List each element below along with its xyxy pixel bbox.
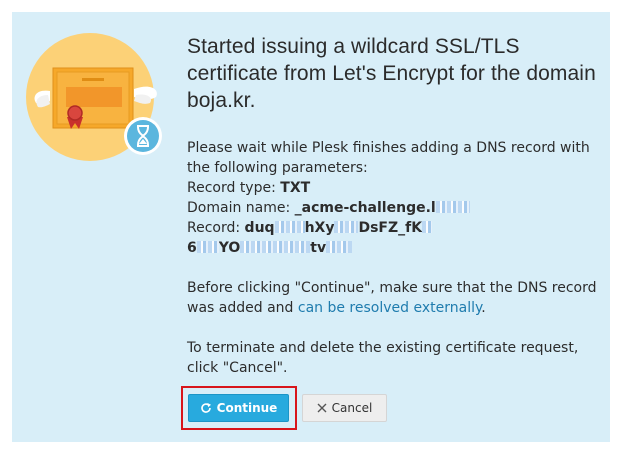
- continue-button[interactable]: Continue: [188, 394, 289, 422]
- resolved-externally-link[interactable]: can be resolved externally: [298, 300, 481, 316]
- close-icon: [317, 403, 327, 413]
- redacted-text: [422, 221, 433, 233]
- redacted-text: [334, 221, 359, 233]
- dialog-title: Started issuing a wildcard SSL/TLS certi…: [187, 35, 596, 112]
- dialog-body: Please wait while Plesk finishes adding …: [187, 138, 597, 378]
- intro-text: Please wait while Plesk finishes adding …: [187, 140, 590, 176]
- terminate-text: To terminate and delete the existing cer…: [187, 340, 579, 376]
- domain-name-label: Domain name:: [187, 200, 291, 216]
- redacted-text: [435, 201, 470, 213]
- before-text-end: .: [481, 300, 486, 316]
- redacted-text: [196, 241, 219, 253]
- refresh-icon: [200, 402, 212, 414]
- certificate-icon: [26, 33, 162, 161]
- record-value-part1: duq: [244, 220, 275, 236]
- cancel-button[interactable]: Cancel: [302, 394, 387, 422]
- redacted-text: [274, 221, 305, 233]
- record-row-continued: 6 YO tv: [187, 238, 597, 258]
- record-type-row: Record type: TXT: [187, 178, 597, 198]
- record-label: Record:: [187, 220, 241, 236]
- record-row: Record: duq hXy DsFZ_fK: [187, 218, 597, 238]
- domain-name-value: _acme-challenge.l: [294, 200, 436, 216]
- record-type-value: TXT: [280, 180, 311, 196]
- redacted-text: [326, 241, 353, 253]
- record-value-line2-c: tv: [310, 240, 327, 256]
- record-value-line2-b: YO: [218, 240, 241, 256]
- record-value-part2: hXy: [304, 220, 335, 236]
- domain-name-row: Domain name: _acme-challenge.l: [187, 198, 597, 218]
- cancel-button-label: Cancel: [331, 401, 373, 415]
- before-continue-text: Before clicking "Continue", make sure th…: [187, 278, 597, 318]
- redacted-text: [240, 241, 311, 253]
- dialog-content: Started issuing a wildcard SSL/TLS certi…: [187, 33, 597, 114]
- record-value-line2-a: 6: [187, 240, 197, 256]
- continue-button-label: Continue: [216, 401, 278, 415]
- certificate-illustration: [26, 33, 170, 161]
- record-value-part3: DsFZ_fK: [358, 220, 423, 236]
- record-type-label: Record type:: [187, 180, 276, 196]
